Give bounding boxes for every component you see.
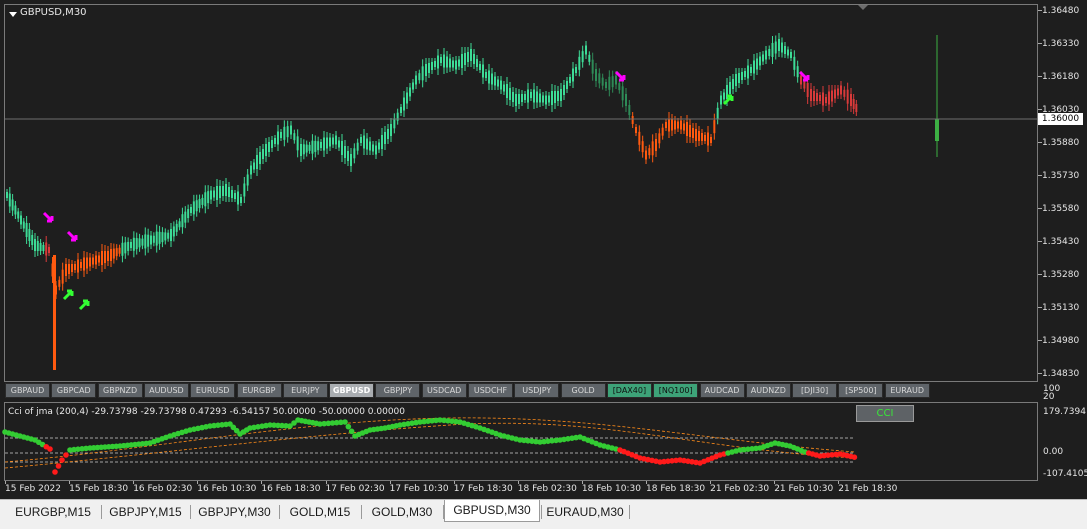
time-tick-label: 21 Feb 02:30 [710, 484, 770, 494]
chart-tab-bar: EURGBP,M15 GBPJPY,M15 GBPJPY,M30 GOLD,M15 GO… [0, 499, 1087, 529]
time-tick-label: 17 Feb 02:30 [325, 484, 385, 494]
cci-dot [52, 469, 58, 475]
chart-tab-gbpusd-m30[interactable]: GBPUSD,M30 [444, 500, 540, 522]
time-tick-mark [581, 481, 583, 484]
chart-tab-gold-m15[interactable]: GOLD,M15 [280, 502, 360, 522]
cci-dot [59, 457, 65, 463]
time-tick-label: 18 Feb 02:30 [517, 484, 577, 494]
indicator-tick-label: 179.73941 [1043, 407, 1087, 417]
time-tick-mark [710, 481, 712, 484]
indicator-tick-label: 20 [1043, 392, 1055, 402]
time-tick-label: 18 Feb 18:30 [646, 484, 706, 494]
cci-dot [348, 428, 355, 435]
time-tick-label: 16 Feb 18:30 [261, 484, 321, 494]
time-tick-mark [197, 481, 199, 484]
time-tick-mark [389, 481, 391, 484]
indicator-axis: 10020179.739410.00-107.41051 [1038, 384, 1087, 481]
time-tick-label: 18 Feb 10:30 [581, 484, 641, 494]
time-tick-mark [325, 481, 327, 484]
chart-tab-gbpjpy-m15[interactable]: GBPJPY,M15 [102, 502, 189, 522]
cci-indicator-plot [2, 417, 858, 475]
time-tick-label: 21 Feb 10:30 [774, 484, 834, 494]
chart-tab-euraud-m30[interactable]: EURAUD,M30 [542, 502, 628, 522]
chart-tab-gbpjpy-m30[interactable]: GBPJPY,M30 [191, 502, 278, 522]
chart-tab-eurgbp-m15[interactable]: EURGBP,M15 [6, 502, 100, 522]
time-tick-label: 15 Feb 2022 [5, 484, 62, 494]
time-axis: 15 Feb 2022 15 Feb 18:30 16 Feb 02:30 16 Fe… [4, 481, 1038, 498]
time-tick-mark [774, 481, 776, 484]
indicator-title: Cci of jma (200,4) -29.73798 -29.73798 0… [8, 407, 406, 417]
time-tick-mark [261, 481, 263, 484]
time-tick-label: 15 Feb 18:30 [69, 484, 129, 494]
cci-dot [63, 452, 69, 458]
time-tick-label: 17 Feb 18:30 [453, 484, 513, 494]
cci-dot [851, 454, 858, 461]
tab-separator [629, 505, 630, 519]
time-tick-mark [69, 481, 71, 484]
cci-dot [345, 423, 352, 430]
time-tick-mark [838, 481, 840, 484]
cci-dot [47, 446, 53, 452]
time-tick-mark [453, 481, 455, 484]
cci-dot [342, 419, 348, 425]
indicator-tick-label: 0.00 [1043, 447, 1064, 457]
cci-dot [55, 463, 62, 469]
time-tick-label: 16 Feb 10:30 [197, 484, 257, 494]
chart-tab-gold-m30[interactable]: GOLD,M30 [362, 502, 442, 522]
indicator-tick-label: -107.41051 [1043, 469, 1087, 479]
time-tick-mark [5, 481, 6, 484]
time-tick-mark [133, 481, 135, 484]
time-tick-label: 21 Feb 18:30 [838, 484, 898, 494]
time-tick-label: 16 Feb 02:30 [133, 484, 193, 494]
time-tick-label: 17 Feb 10:30 [389, 484, 449, 494]
time-tick-mark [646, 481, 647, 484]
time-tick-mark [517, 481, 519, 484]
cci-button[interactable]: CCI [856, 405, 914, 422]
